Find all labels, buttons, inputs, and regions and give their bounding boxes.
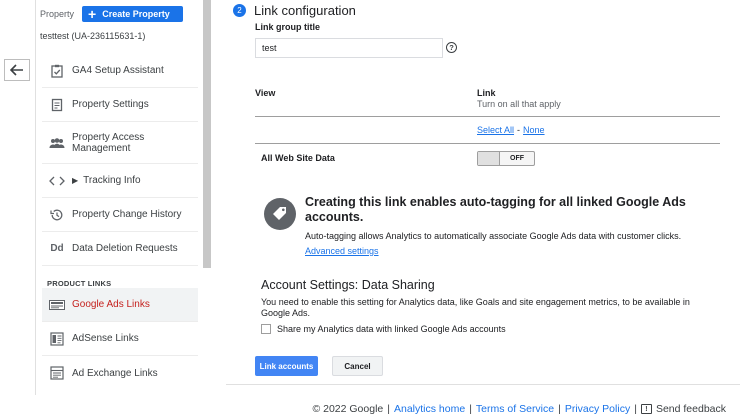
sidebar-item-label: Google Ads Links bbox=[72, 299, 150, 310]
divider bbox=[255, 143, 720, 144]
footer-separator: | bbox=[634, 403, 637, 415]
column-header-view: View bbox=[255, 88, 276, 98]
column-header-link: Link bbox=[477, 88, 496, 98]
sidebar-item-label: GA4 Setup Assistant bbox=[72, 65, 164, 76]
account-id: testtest (UA-236115631-1) bbox=[40, 31, 146, 41]
caret-right-icon: ▶ bbox=[72, 176, 79, 185]
link-toggle[interactable]: OFF bbox=[477, 151, 535, 166]
sidebar-item-adsense-links[interactable]: AdSense Links bbox=[42, 322, 198, 356]
link-group-title-label: Link group title bbox=[255, 22, 320, 32]
link-group-title-input[interactable]: test bbox=[255, 38, 443, 58]
sidebar-item-ga4-setup[interactable]: GA4 Setup Assistant bbox=[42, 54, 198, 88]
create-property-label: Create Property bbox=[102, 9, 170, 19]
sidebar-item-label: Ad Exchange Links bbox=[72, 367, 158, 379]
sidebar-item-label: Data Deletion Requests bbox=[72, 243, 178, 254]
adsense-icon bbox=[42, 331, 72, 346]
sidebar-item-property-settings[interactable]: Property Settings bbox=[42, 88, 198, 122]
adexchange-icon bbox=[42, 366, 72, 380]
privacy-policy-link[interactable]: Privacy Policy bbox=[565, 403, 630, 415]
dd-icon: Dd bbox=[50, 243, 64, 254]
copyright: © 2022 Google bbox=[312, 403, 384, 415]
step-number-badge: 2 bbox=[233, 4, 246, 17]
toggle-state-label: OFF bbox=[510, 155, 524, 162]
sidebar-item-label: Property Access Management bbox=[72, 131, 145, 154]
select-all-row: Select All - None bbox=[477, 125, 545, 135]
sidebar-item-label: Property Settings bbox=[72, 99, 149, 110]
auto-tagging-title: Creating this link enables auto-tagging … bbox=[305, 195, 686, 224]
link-accounts-button[interactable]: Link accounts bbox=[255, 356, 318, 376]
checklist-icon bbox=[42, 64, 72, 78]
select-none-link[interactable]: None bbox=[523, 125, 545, 135]
sidebar-scrollbar[interactable] bbox=[203, 0, 211, 268]
footer-separator: | bbox=[387, 403, 390, 415]
property-header: Property + Create Property bbox=[40, 6, 184, 22]
code-icon bbox=[42, 176, 72, 186]
back-button[interactable] bbox=[4, 59, 30, 81]
sidebar-item-label: Tracking Info bbox=[83, 175, 141, 186]
sidebar-item-data-deletion[interactable]: Dd Data Deletion Requests bbox=[42, 232, 198, 266]
toggle-knob bbox=[478, 152, 500, 165]
sidebar-item-label: AdSense Links bbox=[72, 333, 139, 344]
property-label: Property bbox=[40, 9, 75, 19]
account-settings-description: You need to enable this setting for Anal… bbox=[261, 297, 690, 318]
help-icon[interactable]: ? bbox=[446, 42, 457, 53]
product-links-header: PRODUCT LINKS bbox=[47, 279, 112, 288]
column-header-link-subtitle: Turn on all that apply bbox=[477, 99, 561, 109]
document-icon bbox=[42, 98, 72, 112]
feedback-icon: ! bbox=[640, 404, 652, 414]
select-all-link[interactable]: Select All bbox=[477, 125, 514, 135]
create-property-button[interactable]: + Create Property bbox=[82, 6, 184, 22]
link-configuration-panel: 2 Link configuration Link group title te… bbox=[226, 0, 740, 386]
divider bbox=[255, 116, 720, 117]
sidebar-item-access-management[interactable]: Property Access Management bbox=[42, 122, 198, 164]
terms-of-service-link[interactable]: Terms of Service bbox=[476, 403, 554, 415]
analytics-home-link[interactable]: Analytics home bbox=[394, 403, 465, 415]
ads-icon bbox=[42, 299, 72, 310]
footer-separator: | bbox=[469, 403, 472, 415]
divider bbox=[226, 384, 740, 385]
sidebar: Property + Create Property testtest (UA-… bbox=[36, 0, 211, 395]
share-data-checkbox[interactable] bbox=[261, 324, 271, 334]
sidebar-item-ad-exchange-links[interactable]: Ad Exchange Links bbox=[42, 356, 198, 390]
cancel-button[interactable]: Cancel bbox=[332, 356, 383, 376]
arrow-left-icon bbox=[10, 64, 23, 76]
history-icon bbox=[42, 208, 72, 222]
people-icon bbox=[42, 137, 72, 149]
view-row-label: All Web Site Data bbox=[261, 153, 335, 163]
footer-separator: | bbox=[558, 403, 561, 415]
footer: © 2022 Google | Analytics home | Terms o… bbox=[312, 403, 726, 415]
left-gutter bbox=[0, 0, 36, 395]
separator: - bbox=[517, 125, 521, 135]
sidebar-item-google-ads-links[interactable]: Google Ads Links bbox=[42, 288, 198, 322]
tag-icon bbox=[264, 198, 296, 230]
sidebar-item-tracking-info[interactable]: ▶ Tracking Info bbox=[42, 164, 198, 198]
sidebar-item-change-history[interactable]: Property Change History bbox=[42, 198, 198, 232]
auto-tagging-description: Auto-tagging allows Analytics to automat… bbox=[305, 231, 682, 241]
sidebar-item-label: Property Change History bbox=[72, 209, 182, 220]
share-data-row: Share my Analytics data with linked Goog… bbox=[261, 324, 506, 334]
account-settings-title: Account Settings: Data Sharing bbox=[261, 278, 435, 292]
send-feedback-label: Send feedback bbox=[655, 403, 726, 415]
step-header: 2 Link configuration bbox=[233, 3, 356, 18]
send-feedback-button[interactable]: ! Send feedback bbox=[640, 403, 726, 415]
step-title: Link configuration bbox=[254, 3, 356, 18]
share-data-label[interactable]: Share my Analytics data with linked Goog… bbox=[277, 324, 506, 334]
advanced-settings-link[interactable]: Advanced settings bbox=[305, 246, 379, 256]
plus-icon: + bbox=[88, 6, 97, 22]
